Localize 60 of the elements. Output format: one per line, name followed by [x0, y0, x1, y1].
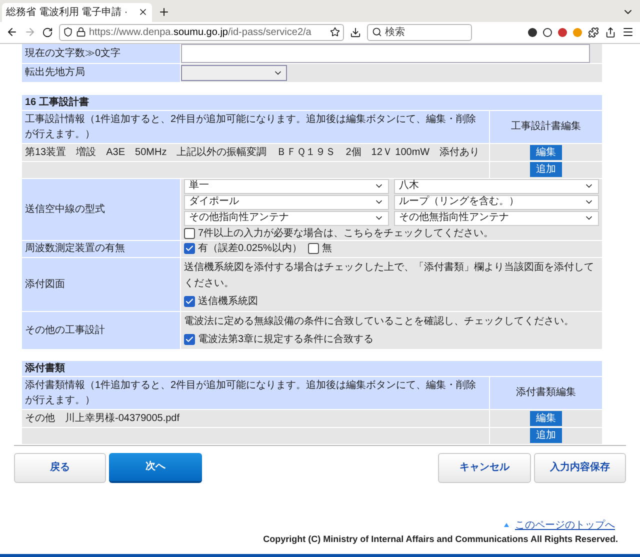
- field-label: 添付図面: [22, 258, 180, 311]
- download-icon[interactable]: [350, 26, 361, 38]
- reload-icon[interactable]: [42, 26, 53, 38]
- checkbox[interactable]: [184, 228, 195, 239]
- dropdown-select[interactable]: その他無指向性アンテナ: [394, 210, 599, 226]
- column-header: 工事設計書編集: [490, 110, 602, 143]
- next-button[interactable]: 次へ: [109, 452, 202, 483]
- checkbox[interactable]: [184, 243, 195, 254]
- column-header: 添付書類編集: [490, 376, 602, 409]
- checkbox[interactable]: [184, 296, 195, 307]
- puzzle-icon[interactable]: [588, 26, 599, 38]
- small-action-button[interactable]: 編集: [530, 144, 562, 160]
- checkbox-label: 有（誤差0.025%以内）: [198, 242, 302, 256]
- checkbox-label: 送信機系統図: [198, 294, 258, 309]
- small-action-button[interactable]: 編集: [530, 410, 562, 426]
- entry-row: 第13装置 増設 A3E 50MHz 上記以外の振幅変調 ＢＦＱ１９Ｓ 2個 12Ｖ 100mW 添付あり: [22, 144, 489, 161]
- info-text: 添付書類情報（1件追加すると、2件目が追加可能になります。追加後は編集ボタンにて、編集・削除が行えます。）: [22, 376, 489, 409]
- checkbox-label: 電波法第3章に規定する条件に合致する: [198, 332, 374, 347]
- section-header: 16 工事設計書: [22, 94, 602, 110]
- browser-tab[interactable]: 総務省 電波利用 電子申請 ·: [2, 2, 152, 22]
- search-field[interactable]: 検索: [367, 24, 472, 41]
- field-label: 送信空中線の型式: [22, 178, 180, 240]
- note-text: 電波法に定める無線設備の条件に合致していることを確認し、チェックしてください。: [184, 314, 575, 329]
- small-action-button[interactable]: 追加: [530, 162, 562, 178]
- checkbox-label: 無: [322, 242, 332, 256]
- note-text: 送信機系統図を添付する場合はチェックした上で、「添付書類」欄より当該図面を添付してください。: [184, 260, 595, 291]
- dropdown-select[interactable]: [181, 64, 287, 81]
- field-label: その他の工事設計: [22, 312, 180, 349]
- copyright-text: Copyright (C) Ministry of Internal Affairs and Communications All Rights Reserved.: [263, 532, 618, 546]
- field-label: 現在の文字数≫0文字: [22, 44, 180, 63]
- field-label: 転出先地方局: [22, 64, 180, 82]
- star-icon[interactable]: [330, 27, 340, 38]
- dropdown-select[interactable]: 八木: [394, 178, 599, 194]
- share-icon[interactable]: [605, 26, 616, 38]
- save-button[interactable]: 入力内容保存: [534, 452, 626, 483]
- small-action-button[interactable]: 追加: [530, 428, 562, 444]
- back-icon[interactable]: [6, 26, 18, 38]
- address-bar[interactable]: https://www.denpa.soumu.go.jp/id-pass/service2/a: [59, 24, 344, 41]
- shield-icon: [63, 27, 73, 38]
- dropdown-select[interactable]: 単一: [184, 178, 389, 194]
- checkbox[interactable]: [308, 243, 319, 254]
- dropdown-select[interactable]: ダイポール: [184, 194, 389, 210]
- close-icon[interactable]: [138, 7, 148, 18]
- cancel-button[interactable]: キャンセル: [438, 452, 531, 483]
- dropdown-select[interactable]: その他指向性アンテナ: [184, 210, 389, 226]
- section-header: 添付書類: [22, 360, 602, 376]
- dropdown-select[interactable]: ループ（リングを含む。）: [394, 194, 599, 210]
- new-tab-icon[interactable]: [158, 6, 170, 18]
- page-top-link[interactable]: このページのトップへ: [515, 518, 615, 533]
- lock-icon: [76, 27, 86, 38]
- triangle-up-icon: [504, 523, 509, 528]
- entry-row: その他 川上幸男様-04379005.pdf: [22, 410, 489, 427]
- checkbox-label: 7件以上の入力が必要な場合は、こちらをチェックしてください。: [198, 226, 494, 241]
- menu-icon[interactable]: [622, 26, 634, 38]
- search-icon: [372, 27, 382, 38]
- field-label: 周波数測定装置の有無: [22, 240, 180, 257]
- url-text: https://www.denpa.soumu.go.jp/id-pass/service2/a: [89, 26, 312, 40]
- back-button[interactable]: 戻る: [14, 452, 106, 483]
- info-text: 工事設計情報（1件追加すると、2件目が追加可能になります。追加後は編集ボタンにて、編集・削除が行えます。）: [22, 110, 489, 143]
- checkbox[interactable]: [184, 334, 195, 345]
